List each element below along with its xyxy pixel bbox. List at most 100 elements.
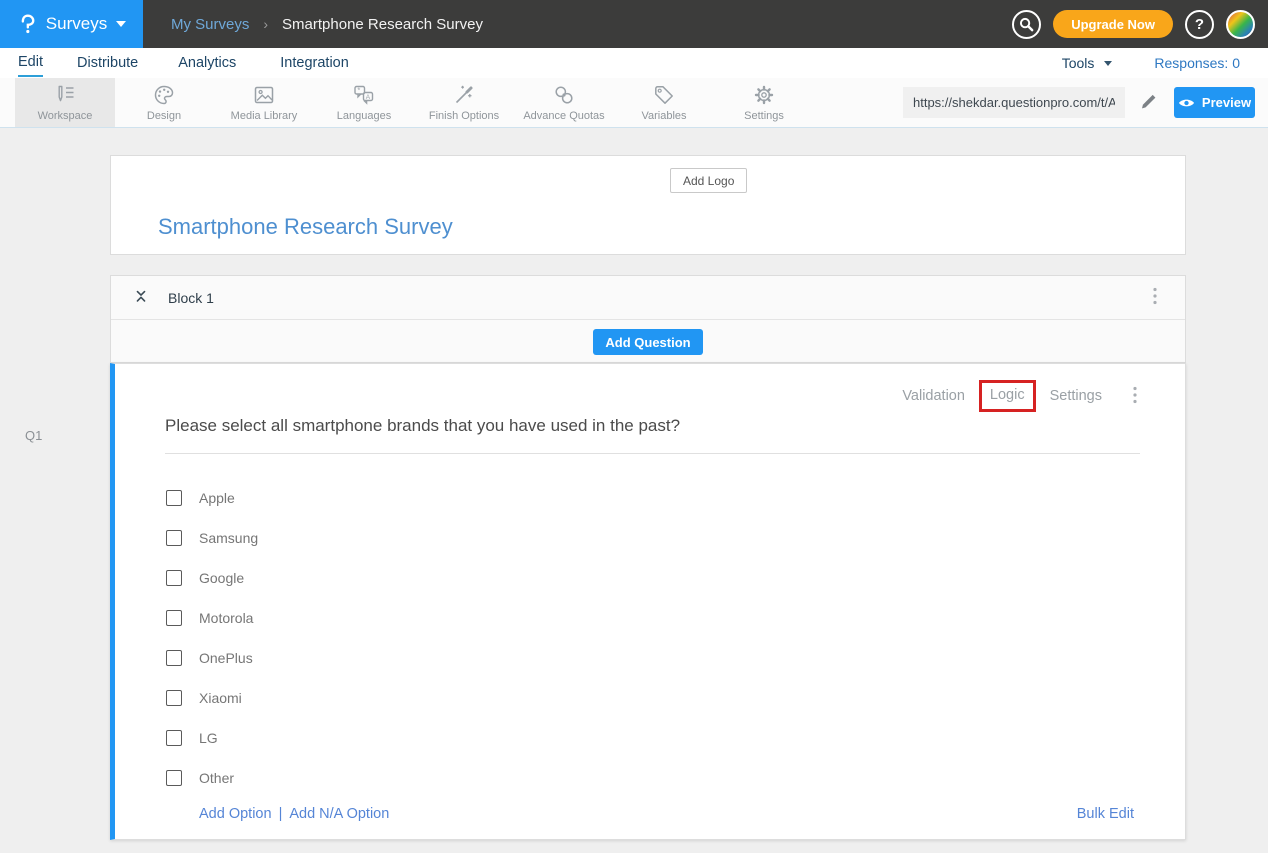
toolbar-item-advance-quotas[interactable]: Advance Quotas — [514, 78, 614, 127]
topbar-actions: Upgrade Now ? — [1012, 10, 1268, 39]
search-icon — [1018, 16, 1035, 33]
block-menu-button[interactable] — [1147, 283, 1163, 312]
option-label[interactable]: Motorola — [199, 610, 253, 626]
question-id-label: Q1 — [25, 428, 42, 443]
toolbar-item-media-library[interactable]: Media Library — [214, 78, 314, 127]
svg-text:A: A — [366, 94, 371, 101]
option-row-apple: Apple — [166, 489, 235, 507]
toolbar-item-settings[interactable]: Settings — [714, 78, 814, 127]
editor-toolbar: Workspace Design Media Library — [0, 78, 1268, 128]
option-label[interactable]: Other — [199, 770, 234, 786]
option-actions: Add Option | Add N/A Option — [199, 806, 389, 822]
eye-icon — [1178, 97, 1195, 109]
user-avatar[interactable] — [1226, 10, 1255, 39]
checkbox[interactable] — [166, 730, 182, 746]
toolbar-label: Finish Options — [429, 110, 499, 122]
toolbar-item-languages[interactable]: * A Languages — [314, 78, 414, 127]
questionpro-logo — [17, 11, 37, 37]
responses-link[interactable]: Responses: 0 — [1154, 55, 1240, 71]
question-menu-button[interactable] — [1127, 382, 1143, 411]
kebab-menu-icon — [1153, 287, 1157, 305]
translate-icon: * A — [352, 83, 376, 107]
toolbar-label: Settings — [744, 110, 784, 122]
checkbox[interactable] — [166, 490, 182, 506]
option-row-other: Other — [166, 769, 234, 787]
svg-text:*: * — [357, 86, 360, 95]
tab-edit[interactable]: Edit — [18, 50, 43, 77]
toolbar-label: Media Library — [231, 110, 298, 122]
bulk-edit-link[interactable]: Bulk Edit — [1077, 806, 1134, 822]
questionpro-survey-editor: Surveys My Surveys › Smartphone Research… — [0, 0, 1268, 853]
question-tab-logic[interactable]: Logic — [990, 387, 1025, 403]
chevron-down-icon — [116, 21, 126, 27]
image-icon — [252, 83, 276, 107]
survey-title[interactable]: Smartphone Research Survey — [158, 214, 453, 240]
toolbar-item-variables[interactable]: Variables — [614, 78, 714, 127]
toolbar-label: Variables — [641, 110, 686, 122]
tools-menu[interactable]: Tools — [1062, 55, 1113, 71]
option-row-motorola: Motorola — [166, 609, 253, 627]
logic-annotation-box: Logic — [979, 380, 1036, 412]
checkbox[interactable] — [166, 650, 182, 666]
add-logo-button[interactable]: Add Logo — [670, 168, 747, 193]
survey-url-input[interactable] — [903, 87, 1125, 118]
option-row-xiaomi: Xiaomi — [166, 689, 242, 707]
breadcrumb-my-surveys[interactable]: My Surveys — [171, 16, 249, 33]
preview-label: Preview — [1202, 95, 1251, 110]
collapse-block-button[interactable] — [131, 286, 151, 309]
toolbar-label: Workspace — [38, 110, 93, 122]
toolbar-item-design[interactable]: Design — [114, 78, 214, 127]
tab-analytics[interactable]: Analytics — [178, 51, 236, 76]
question-tab-validation[interactable]: Validation — [902, 388, 965, 404]
edit-url-button[interactable] — [1136, 89, 1162, 115]
tag-icon — [652, 83, 676, 107]
toolbar-item-workspace[interactable]: Workspace — [15, 78, 115, 127]
option-label[interactable]: Samsung — [199, 530, 258, 546]
option-label[interactable]: Xiaomi — [199, 690, 242, 706]
palette-icon — [152, 83, 176, 107]
add-na-option-link[interactable]: Add N/A Option — [289, 806, 389, 822]
option-label[interactable]: LG — [199, 730, 218, 746]
chevron-down-icon — [1104, 61, 1112, 66]
option-row-oneplus: OnePlus — [166, 649, 253, 667]
tab-integration[interactable]: Integration — [280, 51, 349, 76]
workspace-icon — [53, 83, 77, 107]
surveys-product-menu[interactable]: Surveys — [0, 0, 143, 48]
checkbox[interactable] — [166, 570, 182, 586]
option-label[interactable]: Apple — [199, 490, 235, 506]
gear-icon — [752, 83, 776, 107]
block-title[interactable]: Block 1 — [168, 290, 214, 306]
option-row-samsung: Samsung — [166, 529, 258, 547]
preview-button[interactable]: Preview — [1174, 87, 1255, 118]
question-text[interactable]: Please select all smartphone brands that… — [165, 416, 680, 436]
toolbar-label: Design — [147, 110, 181, 122]
tools-label: Tools — [1062, 55, 1095, 71]
product-label: Surveys — [46, 14, 107, 34]
magic-wand-icon — [452, 83, 476, 107]
question-tab-settings[interactable]: Settings — [1050, 388, 1102, 404]
checkbox[interactable] — [166, 530, 182, 546]
kebab-menu-icon — [1133, 386, 1137, 404]
breadcrumb-current-survey: Smartphone Research Survey — [282, 16, 483, 33]
survey-header-card: Add Logo Smartphone Research Survey — [110, 155, 1186, 255]
breadcrumb-separator: › — [263, 16, 268, 32]
question-tabs: Validation Logic Settings — [902, 380, 1143, 412]
upgrade-now-button[interactable]: Upgrade Now — [1053, 10, 1173, 38]
nav-right: Tools Responses: 0 — [1062, 55, 1268, 71]
search-button[interactable] — [1012, 10, 1041, 39]
block-header: Block 1 — [111, 276, 1185, 320]
option-label[interactable]: OnePlus — [199, 650, 253, 666]
toolbar-item-finish-options[interactable]: Finish Options — [414, 78, 514, 127]
tab-distribute[interactable]: Distribute — [77, 51, 138, 76]
collapse-icon — [133, 288, 149, 304]
toolbar-label: Advance Quotas — [523, 110, 604, 122]
add-question-button[interactable]: Add Question — [593, 329, 702, 355]
option-label[interactable]: Google — [199, 570, 244, 586]
checkbox[interactable] — [166, 690, 182, 706]
checkbox[interactable] — [166, 610, 182, 626]
add-option-link[interactable]: Add Option — [199, 806, 272, 822]
question-card: Validation Logic Settings Please select … — [110, 363, 1186, 840]
help-button[interactable]: ? — [1185, 10, 1214, 39]
checkbox[interactable] — [166, 770, 182, 786]
add-question-strip: Add Question — [111, 321, 1185, 363]
